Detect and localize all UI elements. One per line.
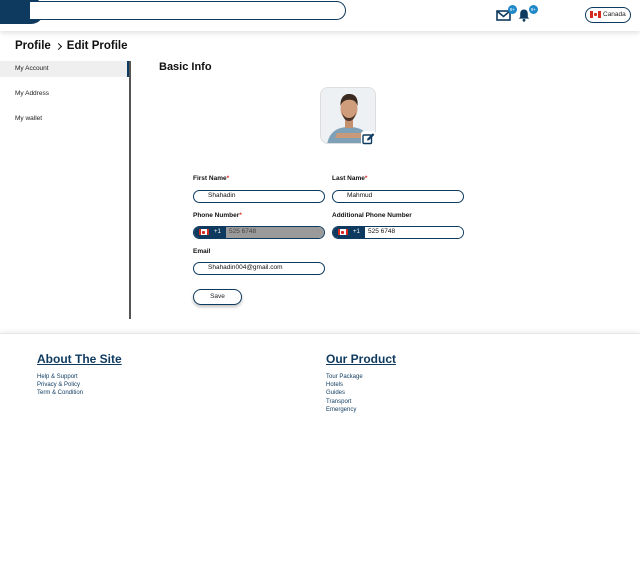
- breadcrumb-profile[interactable]: Profile: [15, 40, 51, 52]
- canada-flag-icon: [338, 229, 348, 235]
- sidebar: My Account My Address My wallet: [0, 61, 131, 319]
- breadcrumb: Profile Edit Profile: [15, 40, 128, 52]
- edit-icon[interactable]: [361, 131, 376, 146]
- footer-about-column: About The Site Help & Support Privacy & …: [37, 352, 122, 398]
- required-mark: *: [239, 212, 242, 219]
- section-title: Basic Info: [159, 61, 212, 73]
- alt-phone-code: +1: [353, 229, 360, 235]
- footer-link-tour-package[interactable]: Tour Package: [326, 373, 396, 381]
- footer-link-terms[interactable]: Term & Condition: [37, 389, 122, 397]
- country-code-selector[interactable]: +1: [333, 227, 365, 238]
- phone-number-value[interactable]: 525 6748: [226, 227, 324, 238]
- footer-link-hotels[interactable]: Hotels: [326, 381, 396, 389]
- footer-product-column: Our Product Tour Package Hotels Guides T…: [326, 352, 396, 414]
- alt-phone-field[interactable]: +1 525 6748: [332, 226, 464, 239]
- chevron-right-icon: [54, 42, 62, 50]
- notification-badge: 9+: [529, 5, 538, 14]
- top-header: 9+ 9+ Canada: [0, 0, 640, 31]
- alt-phone-label: Additional Phone Number: [332, 212, 412, 219]
- sidebar-item-label: My Account: [15, 65, 49, 72]
- footer-about-title: About The Site: [37, 352, 122, 366]
- phone-label: Phone Number*: [193, 212, 242, 219]
- email-label: Email: [193, 248, 211, 255]
- bell-icon[interactable]: 9+: [517, 5, 538, 22]
- footer-link-guides[interactable]: Guides: [326, 389, 396, 397]
- footer-link-emergency[interactable]: Emergency: [326, 406, 396, 414]
- sidebar-item-my-account[interactable]: My Account: [0, 61, 129, 77]
- sidebar-item-my-address[interactable]: My Address: [0, 86, 129, 102]
- sidebar-item-my-wallet[interactable]: My wallet: [0, 111, 129, 127]
- save-button[interactable]: Save: [193, 289, 242, 305]
- last-name-label: Last Name*: [332, 175, 367, 182]
- required-mark: *: [364, 175, 368, 182]
- footer-link-privacy[interactable]: Privacy & Policy: [37, 381, 122, 389]
- footer-link-transport[interactable]: Transport: [326, 398, 396, 406]
- search-input[interactable]: [30, 1, 346, 20]
- last-name-label-text: Last Name: [332, 175, 365, 182]
- first-name-field[interactable]: Shahadin: [193, 190, 325, 203]
- footer-product-title: Our Product: [326, 352, 397, 366]
- last-name-field[interactable]: Mahmud: [332, 190, 464, 203]
- mail-badge: 9+: [508, 5, 517, 14]
- mail-icon[interactable]: 9+: [496, 5, 517, 22]
- first-name-label: First Name*: [193, 175, 229, 182]
- sidebar-item-label: My Address: [15, 90, 49, 97]
- phone-label-text: Phone Number: [193, 212, 240, 219]
- breadcrumb-current: Edit Profile: [66, 40, 128, 52]
- canada-flag-icon: [590, 11, 601, 18]
- country-code-selector[interactable]: +1: [194, 227, 226, 238]
- phone-code: +1: [214, 229, 221, 235]
- first-name-label-text: First Name: [193, 175, 227, 182]
- canada-flag-icon: [199, 229, 209, 235]
- phone-field[interactable]: +1 525 6748: [193, 226, 325, 239]
- alt-phone-number-value[interactable]: 525 6748: [365, 227, 463, 238]
- email-field[interactable]: Shahadin004@gmail.com: [193, 262, 325, 275]
- sidebar-item-label: My wallet: [15, 115, 43, 122]
- footer-link-help[interactable]: Help & Support: [37, 373, 122, 381]
- country-label: Canada: [603, 11, 626, 18]
- footer: About The Site Help & Support Privacy & …: [0, 333, 640, 573]
- country-selector[interactable]: Canada: [585, 7, 631, 23]
- required-mark: *: [226, 175, 230, 182]
